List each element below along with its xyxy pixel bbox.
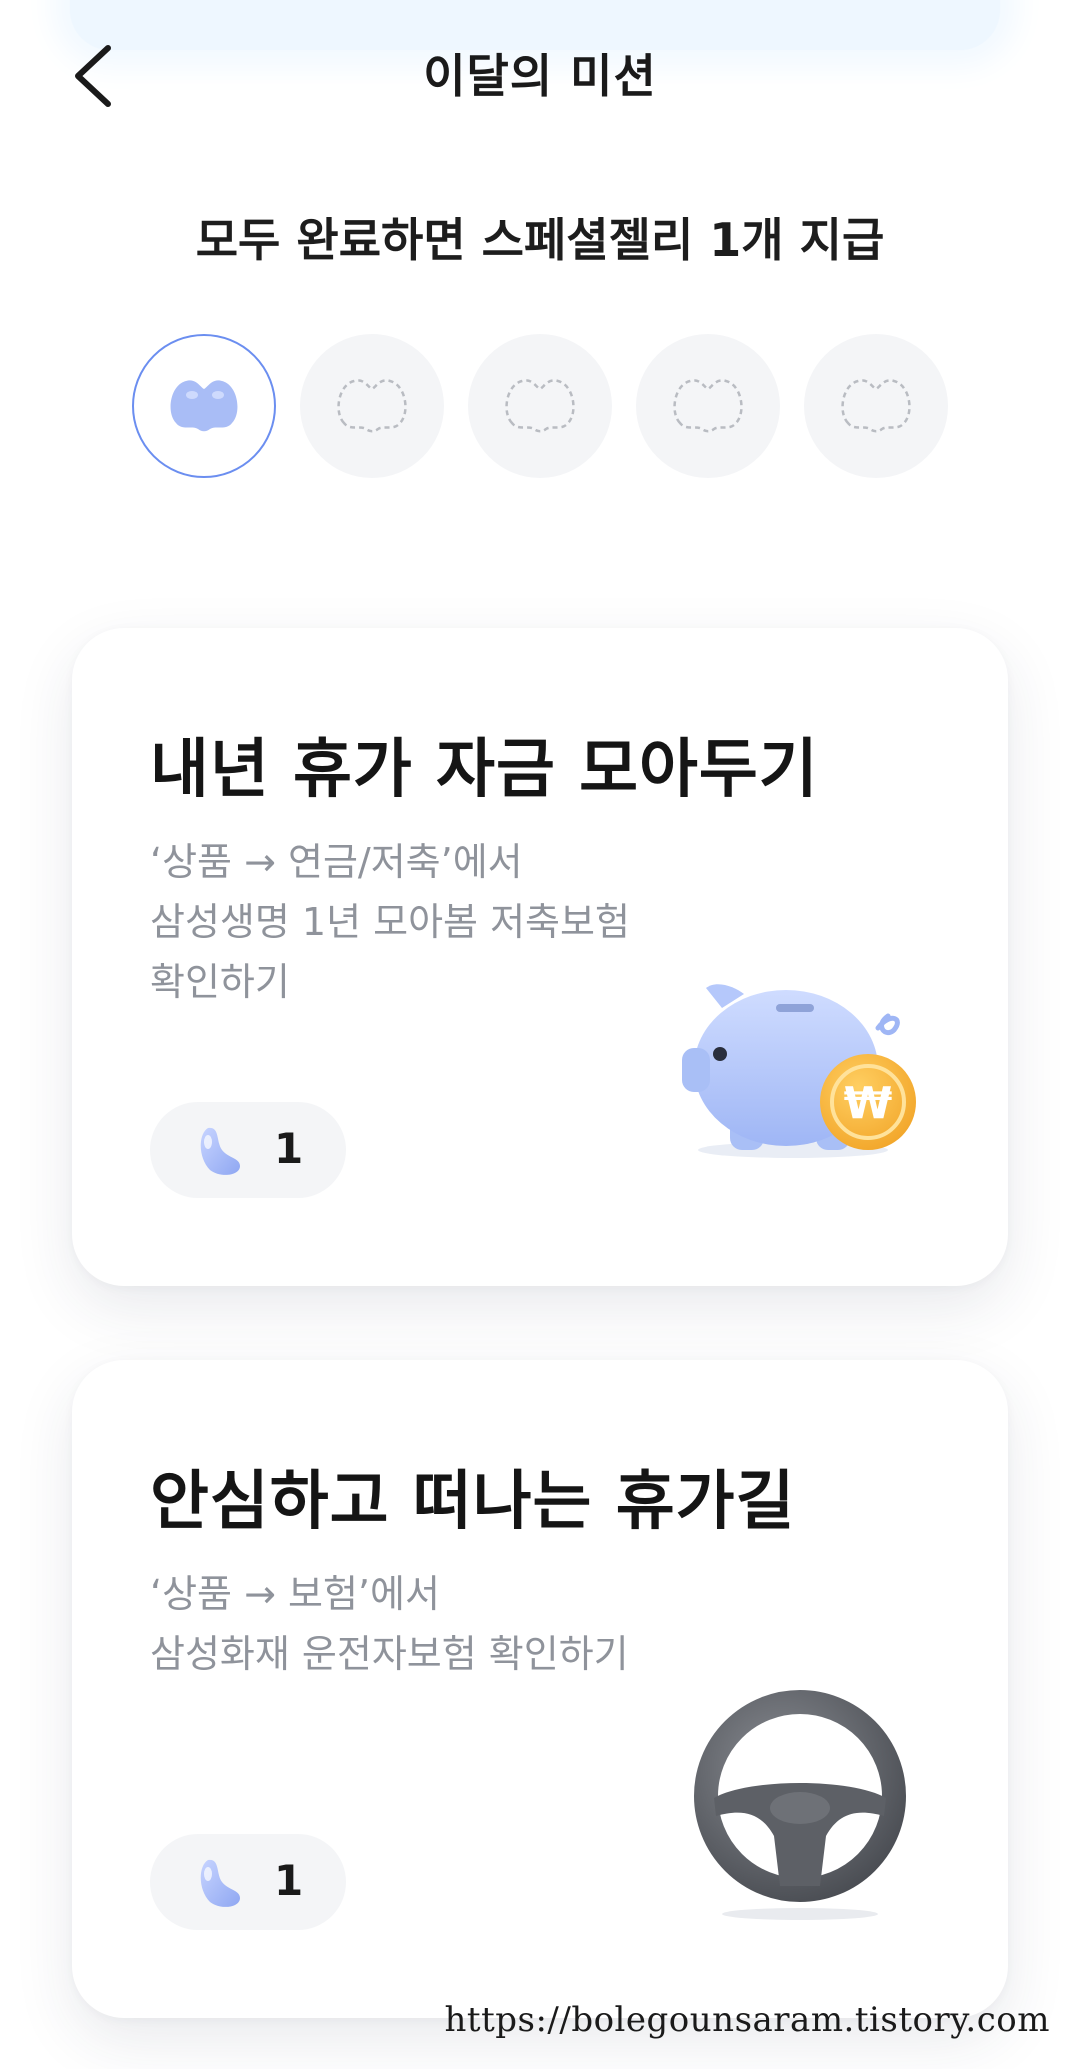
jelly-slot-empty — [300, 334, 444, 478]
mission-description-line: ‘상품 → 연금/저축’에서 — [150, 840, 523, 884]
jelly-outline-icon — [505, 379, 575, 433]
jelly-bean-icon — [200, 1127, 240, 1175]
steering-wheel-icon — [694, 1690, 906, 1920]
header: 이달의 미션 — [0, 0, 1080, 150]
mission-description: ‘상품 → 연금/저축’에서 삼성생명 1년 모아봄 저축보험 확인하기 — [150, 832, 630, 1012]
svg-text:₩: ₩ — [844, 1078, 893, 1129]
mission-subtitle: 모두 완료하면 스페셜젤리 1개 지급 — [195, 213, 885, 267]
jelly-slot-empty — [636, 334, 780, 478]
piggy-bank-coin-icon: ₩ — [682, 984, 916, 1158]
jelly-slot-collected — [132, 334, 276, 478]
mission-title: 내년 휴가 자금 모아두기 — [150, 733, 819, 807]
mission-card-driver-insurance[interactable]: 안심하고 떠나는 휴가길 ‘상품 → 보험’에서 삼성화재 운전자보험 확인하기… — [72, 1360, 1008, 2018]
jelly-progress — [132, 334, 952, 480]
jelly-slot-empty — [468, 334, 612, 478]
mission-description-line: 확인하기 — [150, 960, 290, 1004]
jelly-outline-icon — [841, 379, 911, 433]
mission-description-line: 삼성화재 운전자보험 확인하기 — [150, 1632, 629, 1676]
page-title: 이달의 미션 — [423, 49, 657, 103]
jelly-slot-empty — [804, 334, 948, 478]
jelly-outline-icon — [337, 379, 407, 433]
mission-description-line: 삼성생명 1년 모아봄 저축보험 — [150, 900, 630, 944]
jelly-icon — [170, 380, 238, 432]
reward-badge: 1 — [150, 1102, 346, 1198]
mission-description-line: ‘상품 → 보험’에서 — [150, 1572, 440, 1616]
watermark: https://bolegounsaram.tistory.com — [444, 2000, 1050, 2040]
jelly-outline-icon — [673, 379, 743, 433]
mission-description: ‘상품 → 보험’에서 삼성화재 운전자보험 확인하기 — [150, 1564, 629, 1684]
reward-badge: 1 — [150, 1834, 346, 1930]
reward-count: 1 — [274, 1856, 304, 1905]
reward-count: 1 — [274, 1124, 304, 1173]
mission-card-vacation-savings[interactable]: 내년 휴가 자금 모아두기 ‘상품 → 연금/저축’에서 삼성생명 1년 모아봄… — [72, 628, 1008, 1286]
jelly-bean-icon — [200, 1859, 240, 1907]
mission-title: 안심하고 떠나는 휴가길 — [150, 1465, 796, 1539]
